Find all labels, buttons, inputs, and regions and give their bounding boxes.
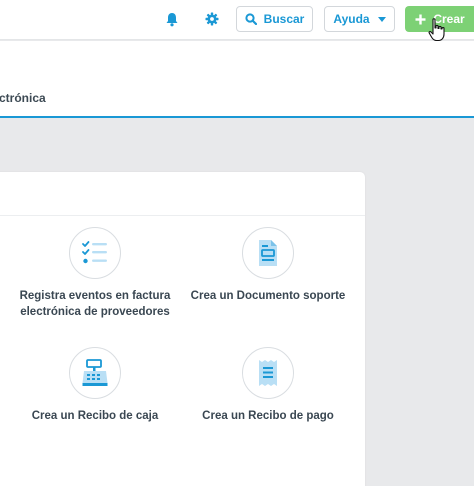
card-divider	[0, 215, 365, 216]
option-label: Crea un Documento soporte	[190, 290, 346, 302]
hand-pointer-cursor-icon	[428, 18, 445, 42]
option-label: Crea un Recibo de caja	[31, 410, 159, 422]
help-dropdown-button[interactable]: Ayuda	[324, 6, 395, 32]
page-title: ctrónica	[0, 91, 46, 105]
option-icon-circle	[242, 347, 294, 399]
option-register-events[interactable]: Registra eventos en factura electrónica …	[0, 227, 190, 320]
notifications-bell-icon[interactable]	[161, 9, 183, 29]
option-label: Crea un Recibo de pago	[202, 410, 334, 422]
option-cash-receipt[interactable]: Crea un Recibo de caja	[0, 347, 190, 424]
cash-register-icon	[82, 359, 108, 386]
option-icon-circle	[69, 227, 121, 279]
search-button-label: Buscar	[263, 12, 305, 26]
option-label: Registra eventos en factura electrónica …	[19, 290, 171, 318]
checklist-icon	[82, 241, 107, 264]
search-button[interactable]: Buscar	[236, 6, 313, 32]
sub-header: ctrónica	[0, 41, 474, 118]
chevron-down-icon	[377, 16, 386, 22]
option-icon-circle	[69, 347, 121, 399]
option-payment-receipt[interactable]: Crea un Recibo de pago	[173, 347, 363, 424]
option-icon-circle	[242, 227, 294, 279]
options-card: Registra eventos en factura electrónica …	[0, 172, 365, 486]
help-button-label: Ayuda	[333, 12, 370, 26]
settings-gear-icon[interactable]	[201, 9, 223, 29]
plus-icon	[415, 14, 426, 24]
top-bar: Buscar Ayuda Crear	[0, 0, 474, 42]
receipt-icon	[259, 360, 277, 386]
document-icon	[259, 240, 277, 266]
option-support-document[interactable]: Crea un Documento soporte	[173, 227, 363, 304]
search-icon	[245, 13, 257, 25]
